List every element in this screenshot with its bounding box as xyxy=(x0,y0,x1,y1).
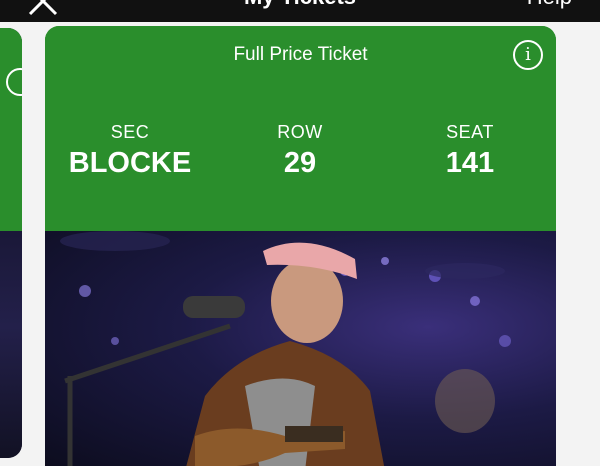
seat-value: 141 xyxy=(445,147,495,179)
top-navigation-bar: My Tickets Help xyxy=(0,0,600,22)
event-photo-illustration xyxy=(60,231,511,466)
section-value: BLOCKE xyxy=(68,147,192,179)
section-label: SEC xyxy=(110,122,150,142)
ticket-type-label: Full Price Ticket xyxy=(233,44,368,65)
ticket-header: Full Price Ticket i SEC BLOCKE ROW 29 SE… xyxy=(45,26,556,231)
right-margin xyxy=(556,28,600,458)
help-link[interactable]: Help xyxy=(527,0,572,10)
section-block: SEC BLOCKE xyxy=(50,122,210,180)
page-title: My Tickets xyxy=(0,0,600,10)
row-label: ROW xyxy=(277,122,323,142)
ticket-card[interactable]: Full Price Ticket i SEC BLOCKE ROW 29 SE… xyxy=(45,26,556,466)
previous-ticket-header xyxy=(0,28,22,231)
previous-ticket-card[interactable] xyxy=(0,28,22,458)
info-icon[interactable]: i xyxy=(513,40,543,70)
row-value: 29 xyxy=(283,147,317,179)
event-photo xyxy=(45,231,556,466)
previous-ticket-photo xyxy=(0,231,22,458)
row-block: ROW 29 xyxy=(220,122,380,180)
seat-label: SEAT xyxy=(446,122,494,142)
seat-block: SEAT 141 xyxy=(390,122,550,180)
